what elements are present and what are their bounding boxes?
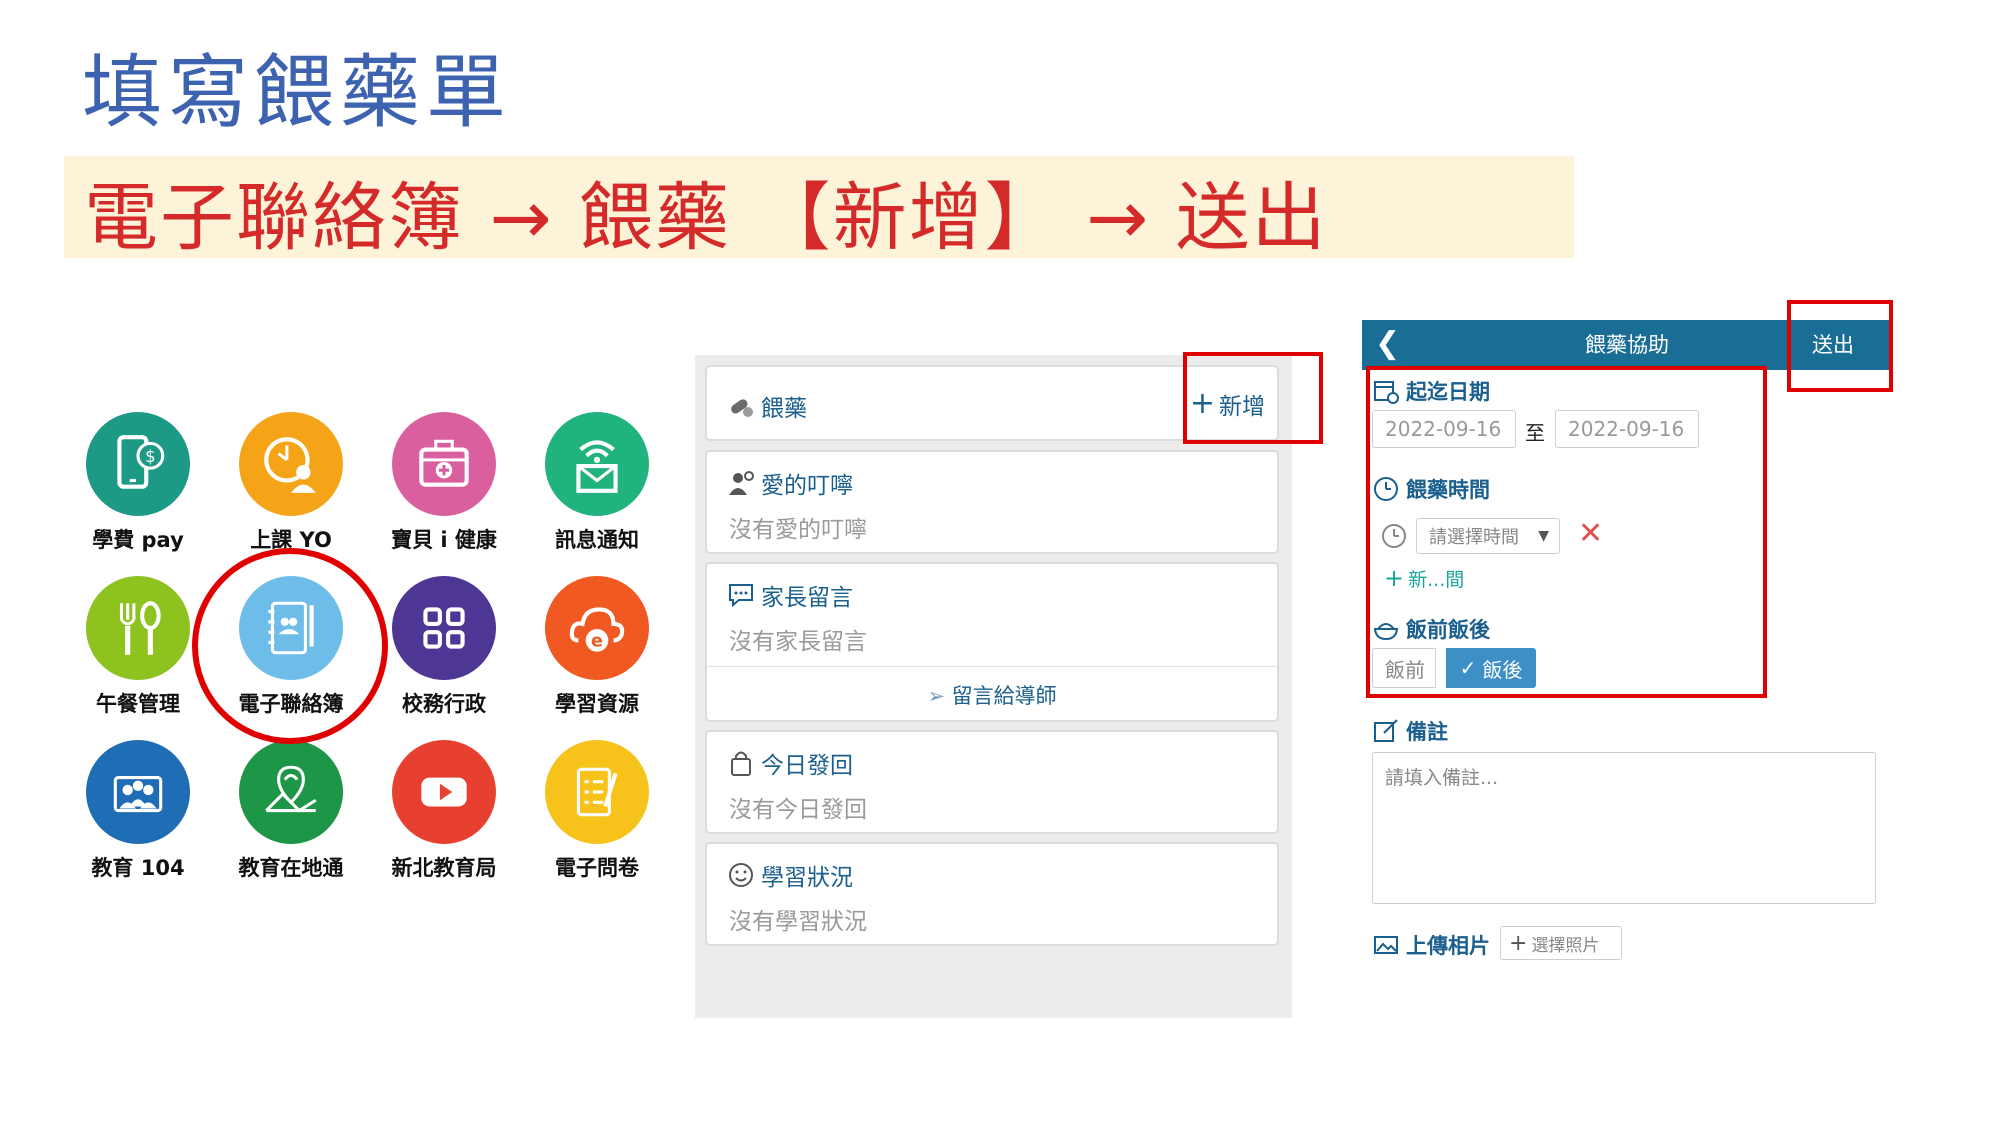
instruction-text: 電子聯絡簿 → 餵藥 【新增】 → 送出	[84, 175, 1328, 261]
highlight-send-box	[1787, 300, 1893, 392]
edit-icon	[1374, 719, 1398, 742]
note-textarea[interactable]: 請填入備註...	[1372, 752, 1876, 904]
love-note-empty: 沒有愛的叮嚀	[729, 517, 867, 543]
chat-icon	[729, 584, 753, 608]
choose-photo-button[interactable]: + 選擇照片	[1500, 926, 1622, 960]
parent-message-card: 家長留言 沒有家長留言 ➢ 留言給導師	[705, 562, 1279, 722]
app-class-yo[interactable]: 上課 YO	[215, 412, 367, 554]
highlight-circle	[192, 548, 388, 744]
choose-photo-label: 選擇照片	[1531, 935, 1600, 956]
app-label: 校務行政	[402, 692, 486, 716]
smiley-icon	[729, 863, 753, 887]
app-notifications[interactable]: 訊息通知	[521, 412, 673, 554]
photo-label: 上傳相片	[1372, 930, 1490, 960]
youtube-icon	[392, 740, 496, 844]
wifi-mail-icon	[545, 412, 649, 516]
today-return-title: 今日發回	[761, 753, 853, 779]
people-building-icon	[86, 740, 190, 844]
app-label: 新北教育局	[391, 856, 497, 880]
image-icon	[1374, 936, 1398, 954]
note-label: 備註	[1372, 716, 1448, 746]
medicine-title: 餵藥	[761, 396, 807, 422]
send-icon: ➢	[927, 684, 952, 708]
contact-book-panel: 餵藥 + 新增 愛的叮嚀 沒有愛的叮嚀 家長留言 沒有家長留言 ➢ 留言給導師 …	[695, 355, 1292, 1018]
study-status-card[interactable]: 學習狀況 沒有學習狀況	[705, 842, 1279, 946]
love-note-header: 愛的叮嚀	[727, 466, 853, 500]
parent-message-title: 家長留言	[761, 585, 853, 611]
app-label: 學費 pay	[92, 528, 184, 552]
app-label: 寶貝 i 健康	[391, 528, 497, 552]
grid-icon	[392, 576, 496, 680]
plus-icon: +	[1509, 930, 1528, 956]
app-edu-local[interactable]: 教育在地通	[215, 740, 367, 882]
app-learning-resources[interactable]: e 學習資源	[521, 576, 673, 718]
study-status-empty: 沒有學習狀況	[729, 909, 867, 935]
teacher-icon	[729, 471, 754, 495]
app-survey[interactable]: 電子問卷	[521, 740, 673, 882]
message-teacher-label: 留言給導師	[951, 684, 1057, 708]
parent-message-header: 家長留言	[727, 578, 853, 612]
love-note-card[interactable]: 愛的叮嚀 沒有愛的叮嚀	[705, 450, 1279, 554]
svg-text:$: $	[145, 447, 156, 466]
app-label: 教育 104	[91, 856, 185, 880]
app-label: 學習資源	[555, 692, 639, 716]
app-edu-104[interactable]: 教育 104	[62, 740, 214, 882]
today-return-empty: 沒有今日發回	[729, 797, 867, 823]
highlight-add-box	[1183, 352, 1323, 444]
study-status-title: 學習狀況	[761, 865, 853, 891]
svg-text:e: e	[591, 632, 603, 652]
survey-icon	[545, 740, 649, 844]
bag-icon	[731, 751, 751, 776]
app-tuition-pay[interactable]: $ 學費 pay	[62, 412, 214, 554]
back-arrow-icon[interactable]: ❮	[1375, 326, 1400, 361]
love-note-title: 愛的叮嚀	[761, 473, 853, 499]
parent-message-empty: 沒有家長留言	[729, 629, 867, 655]
message-teacher-button[interactable]: ➢ 留言給導師	[707, 680, 1277, 710]
study-status-header: 學習狀況	[727, 858, 853, 892]
app-label: 訊息通知	[555, 528, 639, 552]
cloud-e-icon: e	[545, 576, 649, 680]
map-icon	[239, 740, 343, 844]
app-label: 電子問卷	[555, 856, 639, 880]
phone-dollar-icon: $	[86, 412, 190, 516]
page-title: 填寫餵藥單	[82, 46, 512, 139]
app-label: 教育在地通	[238, 856, 344, 880]
today-return-header: 今日發回	[727, 746, 853, 780]
today-return-card[interactable]: 今日發回 沒有今日發回	[705, 730, 1279, 834]
medicine-header: 餵藥	[727, 389, 807, 423]
pill-icon	[731, 399, 753, 417]
fork-spoon-icon	[86, 576, 190, 680]
medical-kit-icon	[392, 412, 496, 516]
app-label: 午餐管理	[96, 692, 180, 716]
photo-text: 上傳相片	[1406, 934, 1490, 958]
app-baby-health[interactable]: 寶貝 i 健康	[368, 412, 520, 554]
clock-person-icon	[239, 412, 343, 516]
highlight-form-box	[1366, 366, 1767, 698]
app-school-admin[interactable]: 校務行政	[368, 576, 520, 718]
note-text: 備註	[1406, 720, 1448, 744]
app-ntpc-edu[interactable]: 新北教育局	[368, 740, 520, 882]
